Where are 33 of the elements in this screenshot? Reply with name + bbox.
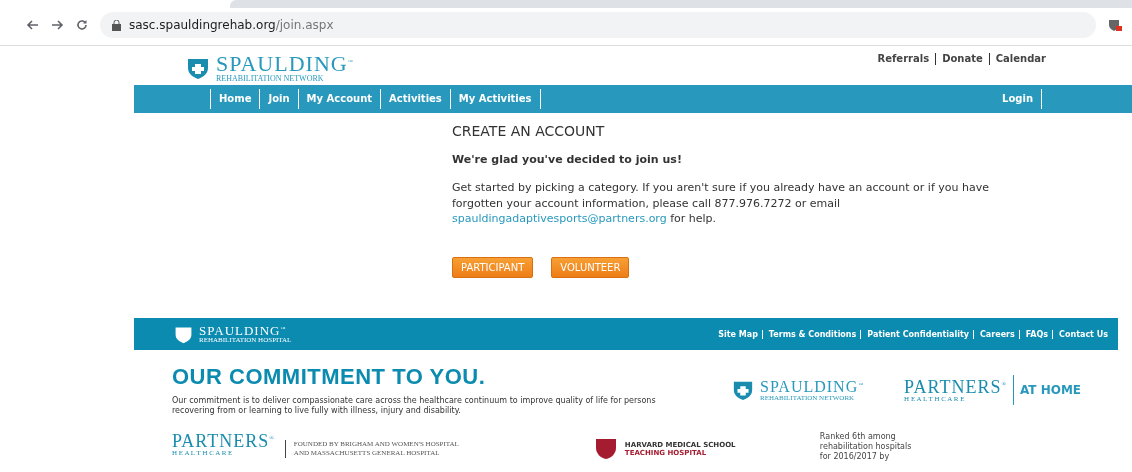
login-link[interactable]: Login [994,89,1042,109]
back-icon[interactable] [26,20,39,30]
footer-link[interactable]: FAQs [1018,329,1049,339]
forward-icon[interactable] [51,20,64,30]
header-link[interactable]: Donate [935,53,989,65]
crest-icon [594,438,617,460]
nav-item[interactable]: Join [259,89,298,109]
nav-item[interactable]: My Account [297,89,381,109]
nav-item[interactable]: Home [210,89,260,109]
footer-link[interactable]: Contact Us [1052,329,1108,339]
spaulding-logo: SPAULDING$^{™}$ REHABILITATION NETWORK [216,52,354,83]
category-button[interactable]: VOLUNTEER [551,256,630,278]
intro-paragraph: Get started by picking a category. If you aren't sure if you already have an account or if you have forgotten your account information, please call 877.976.7272 or email spauldingadaptivesports@partners.org for help. [452,180,990,227]
commitment-title: OUR COMMITMENT TO YOU. [172,364,487,390]
header-link[interactable]: Calendar [988,53,1052,65]
page-title: CREATE AN ACCOUNT [452,123,606,139]
address-bar[interactable]: sasc.spauldingrehab.org/join.aspx [100,12,1096,38]
at-home-label: AT HOME [1012,375,1082,405]
footer-link[interactable]: Patient Confidentiality [860,329,969,339]
nav-item[interactable]: My Activities [449,89,540,109]
category-button[interactable]: PARTICIPANT [452,256,534,278]
nav-item[interactable]: Activities [380,89,450,109]
commitment-text: Our commitment is to deliver compassionate care across the healthcare continuum to improve quality of life for persons recovering from or learning to live fully with illness, injury and disability. [172,396,657,416]
email-link[interactable]: spauldingadaptivesports@partners.org [452,212,667,225]
welcome-heading: We're glad you've decided to join us! [452,153,683,166]
reload-icon[interactable] [76,19,88,31]
lock-icon [112,19,121,31]
footer-link[interactable]: Site Map [718,329,758,339]
ranking-text: Ranked 6th among rehabilitation hospitals for 2016/2017 by [819,432,912,462]
footer-link[interactable]: Terms & Conditions [761,329,857,339]
shield-icon[interactable] [1108,18,1122,32]
header-link[interactable]: Referrals [871,53,936,65]
footer-link[interactable]: Careers [973,329,1015,339]
